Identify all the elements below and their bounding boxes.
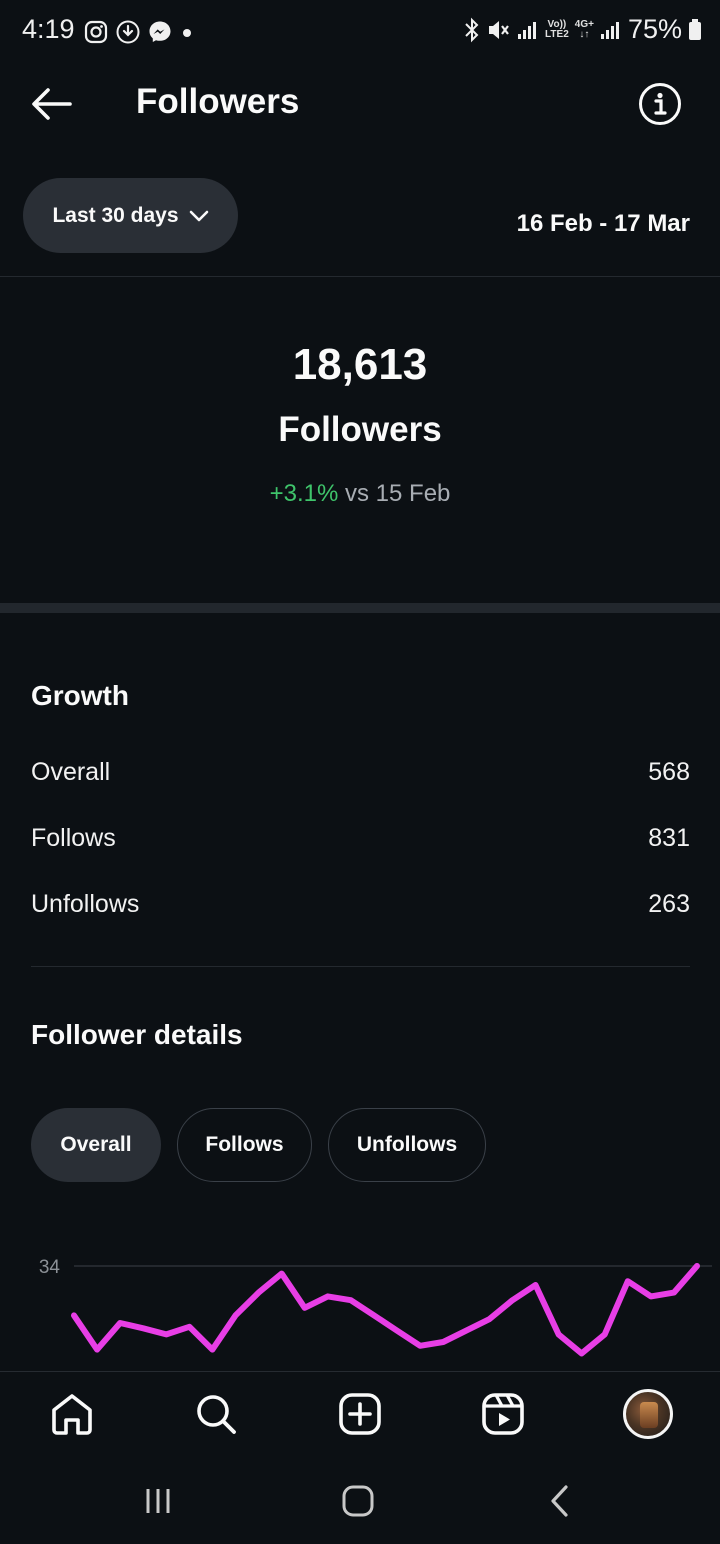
- home-system-button[interactable]: [334, 1479, 382, 1523]
- recent-apps-button[interactable]: [134, 1479, 182, 1523]
- tab-overall[interactable]: Overall: [31, 1108, 161, 1182]
- y-tick-label: 34: [39, 1257, 61, 1278]
- follower-change: +3.1% vs 15 Feb: [0, 480, 720, 508]
- growth-row-follows: Follows 831: [31, 818, 690, 858]
- bluetooth-icon: [465, 17, 479, 42]
- status-notification-icons: [84, 20, 194, 44]
- page-title: Followers: [136, 82, 300, 121]
- date-range-dropdown-label: Last 30 days: [52, 203, 179, 227]
- nav-profile-button[interactable]: [622, 1388, 674, 1440]
- change-percentage: +3.1%: [269, 480, 339, 507]
- signal-2-icon: [600, 21, 619, 39]
- battery-percentage: 75%: [627, 14, 682, 44]
- plus-square-icon: [339, 1393, 381, 1435]
- mute-icon: [489, 20, 509, 39]
- nav-create-button[interactable]: [334, 1388, 386, 1440]
- growth-row-value: 831: [648, 823, 690, 852]
- info-icon: [639, 83, 681, 125]
- status-bar: 4:19 Vo)) LTE2 4G+ ↓↑ 75%: [0, 0, 720, 64]
- growth-row-value: 568: [648, 757, 690, 786]
- header: Followers: [0, 64, 720, 144]
- home-square-icon: [342, 1485, 374, 1517]
- chevron-left-icon: [551, 1485, 568, 1517]
- system-nav-bar: [0, 1455, 720, 1544]
- growth-row-value: 263: [648, 889, 690, 918]
- recent-apps-icon: [146, 1489, 170, 1513]
- nav-reels-button[interactable]: [477, 1388, 529, 1440]
- growth-row-label: Overall: [31, 757, 111, 786]
- status-system-icons: Vo)) LTE2 4G+ ↓↑ 75%: [463, 14, 702, 45]
- growth-row-unfollows: Unfollows 263: [31, 884, 690, 924]
- nav-home-button[interactable]: [46, 1388, 98, 1440]
- battery-icon: [689, 18, 701, 40]
- bottom-nav: [0, 1371, 720, 1456]
- download-notification-icon: [116, 20, 140, 44]
- growth-row-label: Follows: [31, 823, 116, 852]
- back-button[interactable]: [26, 78, 78, 130]
- follower-details-title: Follower details: [31, 1019, 243, 1050]
- chevron-down-icon: [189, 210, 208, 221]
- tab-unfollows[interactable]: Unfollows: [328, 1108, 486, 1182]
- growth-row-label: Unfollows: [31, 889, 140, 918]
- status-time: 4:19: [22, 14, 75, 44]
- date-range-dropdown[interactable]: Last 30 days: [23, 178, 238, 253]
- follower-chart: 34: [0, 1240, 720, 1372]
- back-system-button[interactable]: [536, 1479, 584, 1523]
- divider: [0, 276, 720, 277]
- info-button[interactable]: [638, 82, 682, 126]
- network-type-indicator: 4G+ ↓↑: [574, 18, 594, 40]
- growth-row-overall: Overall 568: [31, 752, 690, 792]
- divider: [31, 966, 690, 967]
- home-icon: [52, 1394, 92, 1435]
- avatar: [623, 1389, 673, 1439]
- follower-count-label: Followers: [278, 410, 442, 449]
- date-range-text: 16 Feb - 17 Mar: [516, 210, 690, 237]
- data-arrows-icon: ↓↑: [579, 28, 590, 40]
- growth-title: Growth: [31, 680, 129, 711]
- volte-indicator: Vo)) LTE2: [545, 18, 569, 40]
- more-notifications-dot-icon: [183, 29, 191, 37]
- instagram-notification-icon: [84, 20, 108, 44]
- chart-series-line: [71, 1263, 700, 1357]
- nav-search-button[interactable]: [190, 1388, 242, 1440]
- signal-icon: [518, 21, 537, 39]
- change-comparison: vs 15 Feb: [345, 480, 451, 507]
- arrow-left-icon: [32, 88, 72, 120]
- messenger-notification-icon: [149, 21, 171, 42]
- follower-count: 18,613: [292, 340, 428, 389]
- search-icon: [197, 1395, 236, 1434]
- tab-follows[interactable]: Follows: [177, 1108, 312, 1182]
- follower-chart-svg: 34: [39, 1257, 712, 1357]
- reels-icon: [482, 1393, 524, 1435]
- section-divider: [0, 603, 720, 613]
